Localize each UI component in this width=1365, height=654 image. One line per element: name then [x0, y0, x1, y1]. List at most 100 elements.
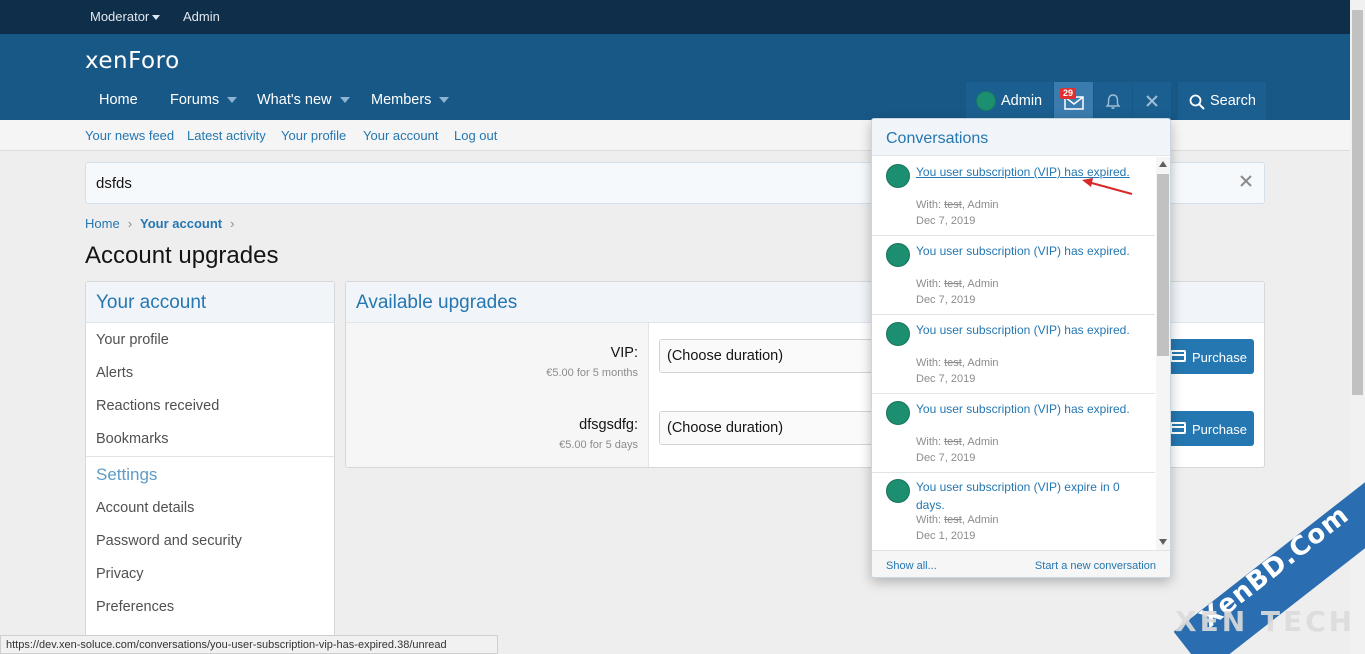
sidebar-item-privacy[interactable]: Privacy — [96, 566, 144, 582]
inbox-badge: 29 — [1060, 88, 1077, 99]
avatar — [886, 479, 910, 503]
user-menu[interactable]: Admin — [966, 82, 1053, 120]
nav-tab-members[interactable]: Members — [371, 92, 450, 108]
show-all-link[interactable]: Show all... — [886, 560, 937, 572]
bell-icon — [1105, 94, 1121, 109]
conversation-participants: With: test, Admin — [916, 436, 999, 448]
user-name: Admin — [1001, 93, 1043, 109]
nav-tab-whats-new[interactable]: What's new — [257, 92, 350, 108]
participant-struck[interactable]: test — [944, 278, 962, 290]
conversation-title[interactable]: You user subscription (VIP) has expired. — [916, 321, 1144, 339]
participant-struck[interactable]: test — [944, 436, 962, 448]
popup-title: Conversations — [886, 130, 989, 147]
participant-struck[interactable]: test — [944, 514, 962, 526]
conversation-participants: With: test, Admin — [916, 199, 999, 211]
sidebar-item-account-details[interactable]: Account details — [96, 500, 194, 516]
upgrades-title: Available upgrades — [356, 292, 518, 313]
conversation-date: Dec 7, 2019 — [916, 452, 976, 464]
purchase-button[interactable]: Purchase — [1161, 411, 1254, 446]
subnav-news-feed[interactable]: Your news feed — [85, 128, 174, 143]
with-label: With: — [916, 436, 945, 448]
conversation-date: Dec 7, 2019 — [916, 215, 976, 227]
conversation-item[interactable]: You user subscription (VIP) has expired.… — [872, 236, 1155, 315]
conversation-participants: With: test, Admin — [916, 357, 999, 369]
chevron-down-icon[interactable] — [439, 97, 450, 104]
participant-rest[interactable]: , Admin — [962, 514, 999, 526]
subnav-latest-activity[interactable]: Latest activity — [187, 128, 266, 143]
conversation-item[interactable]: You user subscription (VIP) has expired.… — [872, 394, 1155, 473]
conversation-participants: With: test, Admin — [916, 278, 999, 290]
subnav-your-account[interactable]: Your account — [363, 128, 438, 143]
purchase-button[interactable]: Purchase — [1161, 339, 1254, 374]
popup-footer: Show all... Start a new conversation — [872, 550, 1170, 577]
arrow-up-icon[interactable] — [1159, 161, 1167, 167]
search-button[interactable]: Search — [1178, 82, 1266, 120]
participant-rest[interactable]: , Admin — [962, 199, 999, 211]
credit-card-icon — [1170, 350, 1186, 362]
breadcrumb: Home › Your account › — [85, 216, 242, 231]
breadcrumb-current[interactable]: Your account — [140, 216, 222, 231]
close-icon — [1146, 95, 1158, 107]
participant-struck[interactable]: test — [944, 199, 962, 211]
admin-link[interactable]: Admin — [183, 9, 220, 24]
conversation-date: Dec 7, 2019 — [916, 373, 976, 385]
conversation-title[interactable]: You user subscription (VIP) has expired. — [916, 242, 1144, 260]
participant-rest[interactable]: , Admin — [962, 278, 999, 290]
moderator-menu[interactable]: Moderator — [90, 9, 161, 24]
nav-tab-members-label: Members — [371, 92, 432, 108]
sidebar-item-preferences[interactable]: Preferences — [96, 599, 174, 615]
nav-tab-forums[interactable]: Forums — [170, 92, 238, 108]
subnav-log-out[interactable]: Log out — [454, 128, 497, 143]
participant-rest[interactable]: , Admin — [962, 357, 999, 369]
conversation-title[interactable]: You user subscription (VIP) has expired. — [916, 400, 1144, 418]
browser-status-bar: https://dev.xen-soluce.com/conversations… — [0, 635, 498, 654]
with-label: With: — [916, 278, 945, 290]
with-label: With: — [916, 199, 945, 211]
chevron-down-icon[interactable] — [339, 97, 350, 104]
subnav-your-profile[interactable]: Your profile — [281, 128, 346, 143]
sidebar-settings-title: Settings — [96, 465, 158, 484]
sidebar-item-reactions[interactable]: Reactions received — [96, 398, 219, 414]
nav-tab-whats-new-label: What's new — [257, 92, 332, 108]
alerts-button[interactable] — [1094, 82, 1132, 120]
inbox-button[interactable]: 29 — [1054, 82, 1093, 120]
duration-select-value: (Choose duration) — [667, 348, 784, 364]
nav-tab-home[interactable]: Home — [99, 92, 138, 108]
conversation-title[interactable]: You user subscription (VIP) expire in 0 … — [916, 478, 1144, 514]
conversation-date: Dec 7, 2019 — [916, 294, 976, 306]
sidebar-item-alerts[interactable]: Alerts — [96, 365, 133, 381]
with-label: With: — [916, 514, 945, 526]
search-icon — [1189, 94, 1205, 110]
page-title: Account upgrades — [85, 242, 279, 269]
staff-bar: Moderator Admin — [0, 0, 1365, 34]
conversation-item[interactable]: You user subscription (VIP) expire in 0 … — [872, 472, 1155, 551]
sidebar-header: Your account — [86, 282, 334, 323]
watermark-text: XEN TECH — [1175, 605, 1356, 638]
page-scrollbar-thumb[interactable] — [1352, 10, 1363, 395]
close-menu-button[interactable] — [1133, 82, 1171, 120]
sidebar-item-password-security[interactable]: Password and security — [96, 533, 242, 549]
avatar — [886, 322, 910, 346]
conversation-participants: With: test, Admin — [916, 514, 999, 526]
close-icon[interactable] — [1240, 175, 1252, 187]
upgrade-name: dfsgsdfg: — [579, 417, 638, 433]
chevron-right-icon: › — [127, 216, 133, 231]
conversation-date: Dec 1, 2019 — [916, 530, 976, 542]
upgrade-price: €5.00 for 5 days — [559, 439, 638, 451]
with-label: With: — [916, 357, 945, 369]
annotation-arrow-icon — [1082, 178, 1133, 196]
participant-struck[interactable]: test — [944, 357, 962, 369]
upgrade-name: VIP: — [610, 345, 638, 361]
popup-scrollbar-thumb[interactable] — [1157, 174, 1169, 356]
site-logo[interactable]: xenForo — [85, 48, 180, 74]
popup-header: Conversations — [872, 119, 1170, 156]
sidebar-title: Your account — [96, 292, 207, 313]
upgrade-price: €5.00 for 5 months — [546, 367, 638, 379]
sidebar-item-bookmarks[interactable]: Bookmarks — [96, 431, 169, 447]
sidebar-item-your-profile[interactable]: Your profile — [96, 332, 169, 348]
purchase-label: Purchase — [1192, 422, 1247, 437]
conversation-item[interactable]: You user subscription (VIP) has expired.… — [872, 315, 1155, 394]
breadcrumb-home[interactable]: Home — [85, 216, 120, 231]
chevron-down-icon[interactable] — [227, 97, 238, 104]
participant-rest[interactable]: , Admin — [962, 436, 999, 448]
